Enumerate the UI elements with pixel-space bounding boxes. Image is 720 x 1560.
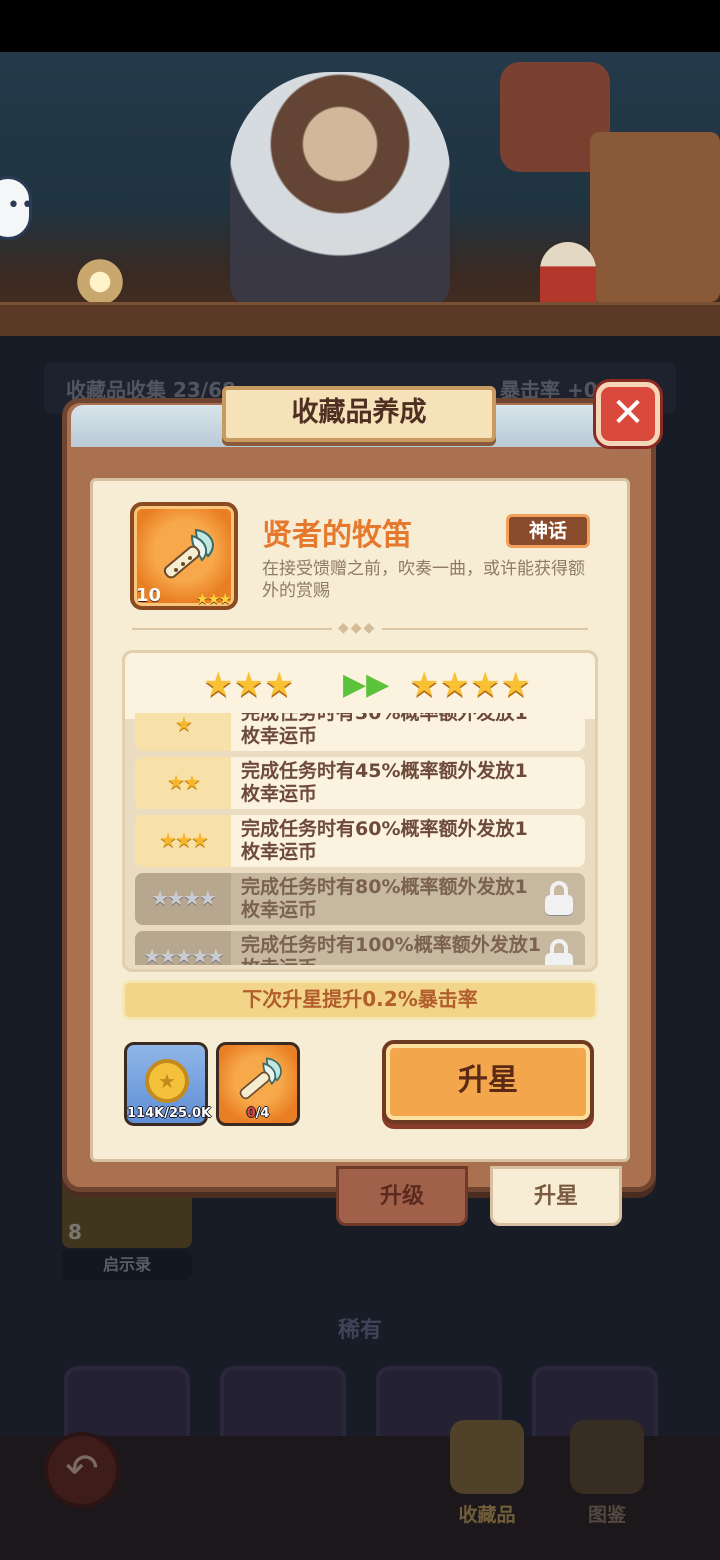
current-stars: ★★★ — [203, 665, 295, 705]
star-effect-list[interactable]: ★ 完成任务时有30%概率额外发放1枚幸运币 ★★ 完成任务时有45%概率额外发… — [135, 713, 585, 965]
flute-icon — [163, 528, 214, 579]
row-stars: ★★★★ — [135, 873, 231, 925]
table-decor — [0, 302, 720, 336]
scene-illustration — [0, 52, 720, 336]
divider: ◆◆◆ — [132, 620, 588, 636]
modal-title: 收藏品养成 — [222, 386, 496, 442]
row-effect: 完成任务时有45%概率额外发放1枚幸运币 — [241, 760, 528, 805]
lock-icon — [545, 881, 573, 915]
fragment-cost-amount: 0/4 — [246, 1106, 270, 1121]
chat-icon[interactable] — [0, 176, 35, 240]
row-effect: 完成任务时有100%概率额外发放1枚幸运币 — [241, 934, 541, 965]
fast-forward-arrow-icon: ▶▶ — [343, 667, 390, 702]
tab-upstar[interactable]: 升星 — [490, 1166, 622, 1226]
row-effect: 完成任务时有80%概率额外发放1枚幸运币 — [241, 876, 528, 921]
list-item-locked: ★★★★ 完成任务时有80%概率额外发放1枚幸运币 — [135, 873, 585, 925]
star-effect-panel: ★★★ ▶▶ ★★★★ ★ 完成任务时有30%概率额外发放1枚幸运币 ★★ 完成… — [122, 650, 598, 972]
collectible-upgrade-modal: 收藏品养成 ✕ 10 ★★★ 贤者的牧笛 神话 在接受馈赠之前，吹奏一曲，或许能… — [62, 382, 660, 1226]
row-effect: 完成任务时有60%概率额外发放1枚幸运币 — [241, 818, 528, 863]
chest-decor — [590, 132, 720, 302]
star-comparison: ★★★ ▶▶ ★★★★ — [125, 653, 595, 719]
next-star-bonus: 下次升星提升0.2%暴击率 — [122, 980, 598, 1020]
list-item-locked: ★★★★★ 完成任务时有100%概率额外发放1枚幸运币 — [135, 931, 585, 965]
upgrade-star-button[interactable]: 升星 — [382, 1040, 594, 1124]
lock-icon — [545, 939, 573, 965]
tab-upgrade[interactable]: 升级 — [336, 1166, 468, 1226]
item-level: 10 — [136, 585, 162, 606]
dwarf-character — [230, 72, 450, 312]
item-description: 在接受馈赠之前，吹奏一曲，或许能获得额外的赏赐 — [262, 559, 585, 601]
list-item: ★ 完成任务时有30%概率额外发放1枚幸运币 — [135, 713, 585, 751]
item-star-rating: ★★★ — [195, 590, 232, 608]
next-stars: ★★★★ — [409, 665, 531, 705]
coin-icon: ★ — [145, 1059, 189, 1103]
status-bar — [0, 0, 720, 52]
tier-badge: 神话 — [506, 514, 590, 548]
coin-cost-amount: 114K/25.0K — [127, 1106, 212, 1121]
row-stars: ★★ — [135, 757, 231, 809]
close-icon[interactable]: ✕ — [596, 382, 660, 446]
row-effect: 完成任务时有30%概率额外发放1枚幸运币 — [241, 713, 528, 747]
row-stars: ★ — [135, 713, 231, 751]
list-item: ★★★ 完成任务时有60%概率额外发放1枚幸运币 — [135, 815, 585, 867]
fragment-cost[interactable]: 0/4 — [216, 1042, 300, 1126]
row-stars: ★★★ — [135, 815, 231, 867]
diamond-ornament-icon: ◆◆◆ — [332, 620, 383, 636]
row-stars: ★★★★★ — [135, 931, 231, 965]
list-item: ★★ 完成任务时有45%概率额外发放1枚幸运币 — [135, 757, 585, 809]
flute-fragment-icon — [239, 1057, 282, 1100]
item-icon: 10 ★★★ — [130, 502, 238, 610]
coin-cost[interactable]: ★ 114K/25.0K — [124, 1042, 212, 1126]
item-name: 贤者的牧笛 — [262, 518, 412, 553]
